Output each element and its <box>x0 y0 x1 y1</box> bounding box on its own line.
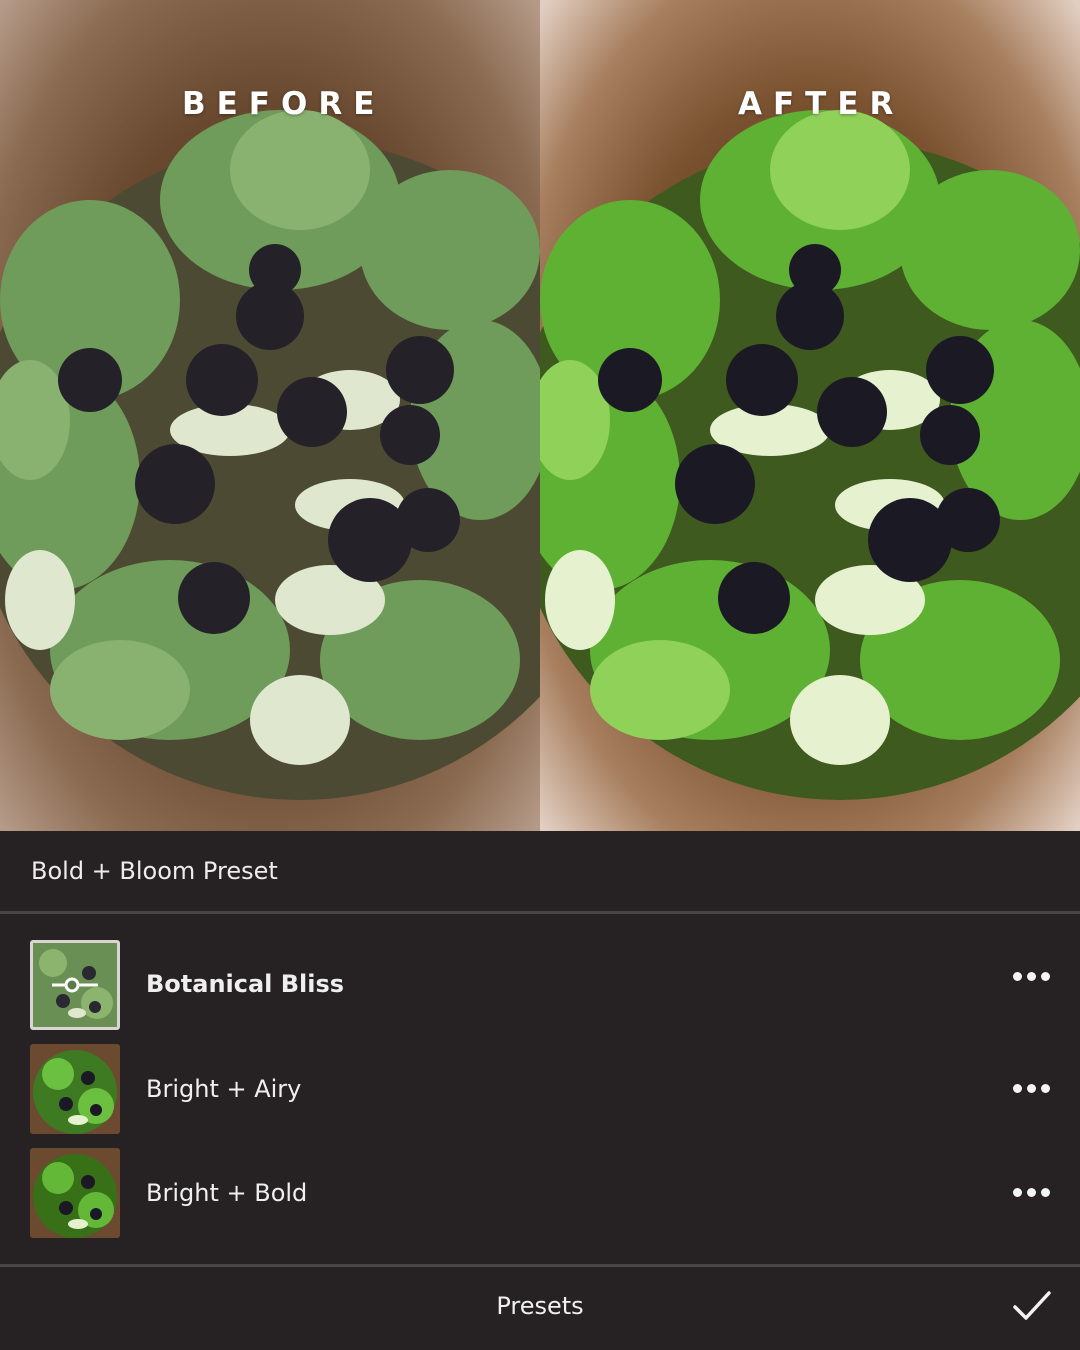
after-image-pane: AFTER <box>540 0 1080 831</box>
more-dots-icon[interactable] <box>1013 970 1053 984</box>
preset-thumbnail[interactable] <box>30 1148 120 1238</box>
preset-label: Bright + Bold <box>146 1179 308 1207</box>
checkmark-icon[interactable] <box>1012 1289 1052 1323</box>
preset-pack-header: Bold + Bloom Preset <box>0 831 1080 912</box>
after-label: AFTER <box>738 86 905 122</box>
preset-label: Botanical Bliss <box>146 970 345 998</box>
before-image-pane: BEFORE <box>0 0 540 831</box>
more-dots-icon[interactable] <box>1013 1082 1053 1096</box>
before-after-comparison: BEFORE AFTER <box>0 0 1080 831</box>
before-photo <box>0 0 540 831</box>
preset-list: Botanical Bliss Bright + Airy Bright + B… <box>0 914 1080 1264</box>
preset-thumbnail[interactable] <box>30 940 120 1030</box>
bottom-bar: Presets <box>0 1267 1080 1350</box>
preset-label: Bright + Airy <box>146 1075 302 1103</box>
preset-row-bright-airy[interactable]: Bright + Airy <box>0 1042 1080 1146</box>
after-photo <box>540 0 1080 831</box>
more-dots-icon[interactable] <box>1013 1186 1053 1200</box>
bottom-bar-title: Presets <box>496 1292 584 1320</box>
preset-thumbnail[interactable] <box>30 1044 120 1134</box>
preset-row-botanical-bliss[interactable]: Botanical Bliss <box>0 936 1080 1040</box>
preset-row-bright-bold[interactable]: Bright + Bold <box>0 1146 1080 1250</box>
adjust-slider-icon <box>52 977 98 993</box>
before-label: BEFORE <box>182 86 386 122</box>
preset-pack-name: Bold + Bloom Preset <box>31 857 278 885</box>
